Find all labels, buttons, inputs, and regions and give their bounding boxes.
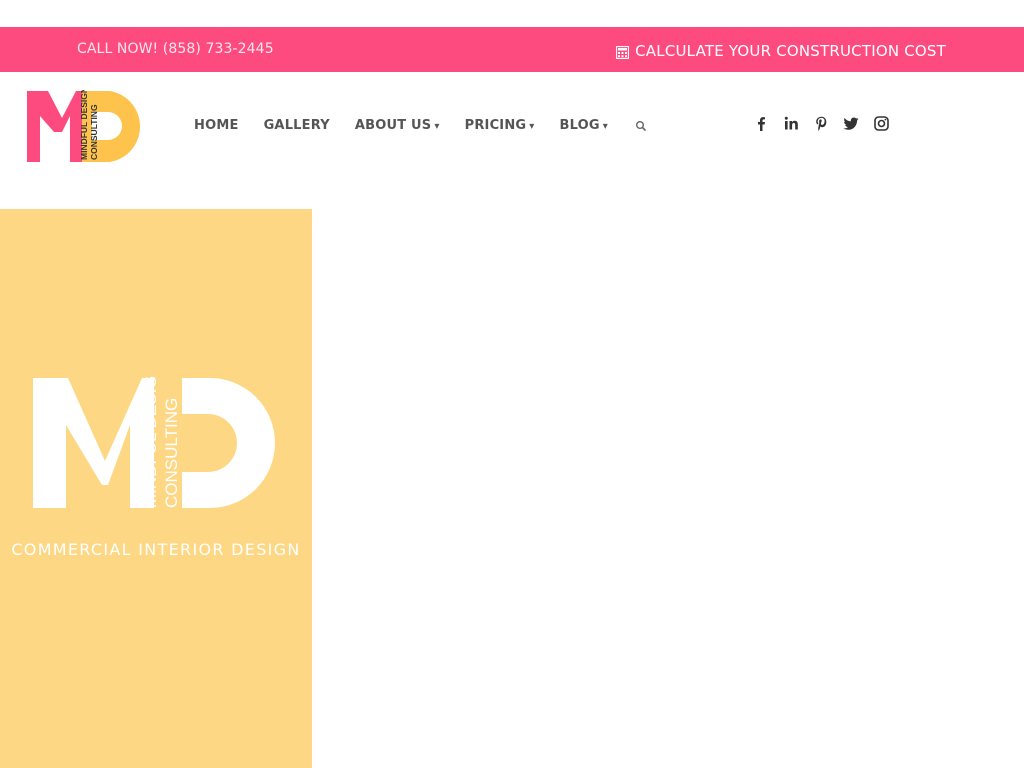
chevron-down-icon: ▾: [434, 121, 440, 132]
linkedin-icon[interactable]: [783, 115, 800, 132]
nav-item-gallery[interactable]: GALLERY: [264, 118, 330, 133]
social-links: [753, 115, 890, 132]
logo-text-line1: MINDFUL DESIGN: [79, 90, 89, 160]
calculator-icon: [616, 45, 630, 59]
nav-item-pricing[interactable]: PRICING ▾: [465, 118, 535, 133]
site-logo[interactable]: MINDFUL DESIGN CONSULTING: [26, 87, 150, 164]
calculate-cost-label: CALCULATE YOUR CONSTRUCTION COST: [635, 42, 946, 60]
facebook-icon[interactable]: [753, 115, 770, 132]
pinterest-icon[interactable]: [813, 115, 830, 132]
call-now-link[interactable]: CALL NOW! (858) 733-2445: [77, 41, 274, 57]
hero-panel: MINDFUL DESIGN CONSULTING COMMERCIAL INT…: [0, 209, 312, 768]
chevron-down-icon: ▾: [602, 121, 609, 132]
search-icon[interactable]: [635, 120, 647, 132]
hero-logo-text-line1: MINDFUL DESIGN: [141, 377, 160, 508]
hero-tagline: COMMERCIAL INTERIOR DESIGN: [11, 540, 301, 559]
main-nav: HOME GALLERY ABOUT US ▾ PRICING ▾ BLOG ▾: [194, 118, 647, 133]
nav-item-about-us[interactable]: ABOUT US ▾: [355, 118, 440, 133]
nav-item-blog[interactable]: BLOG ▾: [560, 118, 609, 133]
hero-logo: MINDFUL DESIGN CONSULTING: [32, 363, 280, 509]
calculate-cost-link[interactable]: CALCULATE YOUR CONSTRUCTION COST: [616, 42, 946, 60]
nav-item-home[interactable]: HOME: [194, 118, 239, 133]
logo-text-line2: CONSULTING: [89, 104, 99, 160]
top-bar: CALL NOW! (858) 733-2445 CALCULATE YOUR …: [0, 27, 1024, 72]
twitter-icon[interactable]: [843, 115, 860, 132]
instagram-icon[interactable]: [873, 115, 890, 132]
chevron-down-icon: ▾: [529, 121, 535, 132]
hero-logo-text-line2: CONSULTING: [162, 398, 181, 508]
